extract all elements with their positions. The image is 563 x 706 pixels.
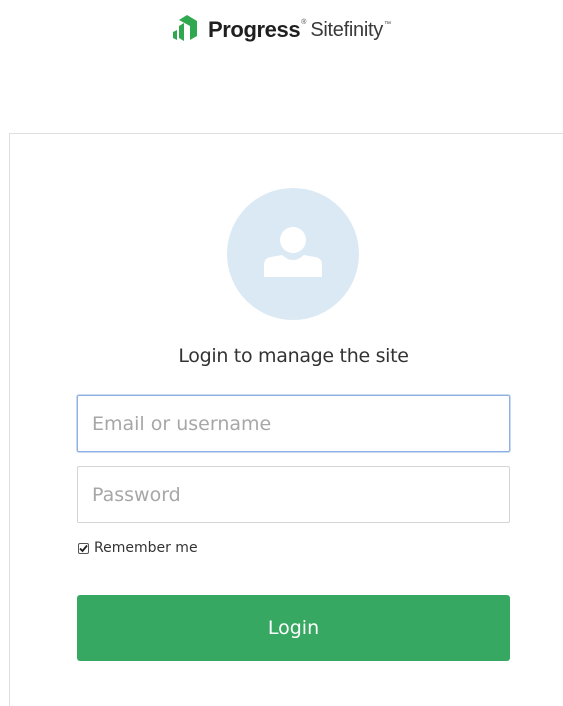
trademark-mark: ™ [383,20,391,28]
login-heading: Login to manage the site [77,345,510,367]
remember-me-control[interactable]: Remember me [78,540,198,556]
login-page: Progress ® Sitefinity ™ Login to manage … [0,0,563,706]
checkmark-icon [79,544,88,552]
login-button[interactable]: Login [77,595,510,661]
user-avatar [227,188,359,320]
brand-company: Progress [208,17,301,42]
brand-product: Sitefinity [310,18,383,41]
progress-logo-icon [173,15,197,41]
remember-me-label: Remember me [94,540,198,556]
password-input[interactable] [77,466,510,523]
user-icon [264,227,322,277]
remember-me-checkbox[interactable] [78,542,89,554]
registered-mark: ® [301,18,307,26]
email-or-username-input[interactable] [77,395,510,452]
login-heading-text: Login to manage the site [178,345,409,367]
progress-sitefinity-logo: Progress ® Sitefinity ™ [173,14,391,46]
